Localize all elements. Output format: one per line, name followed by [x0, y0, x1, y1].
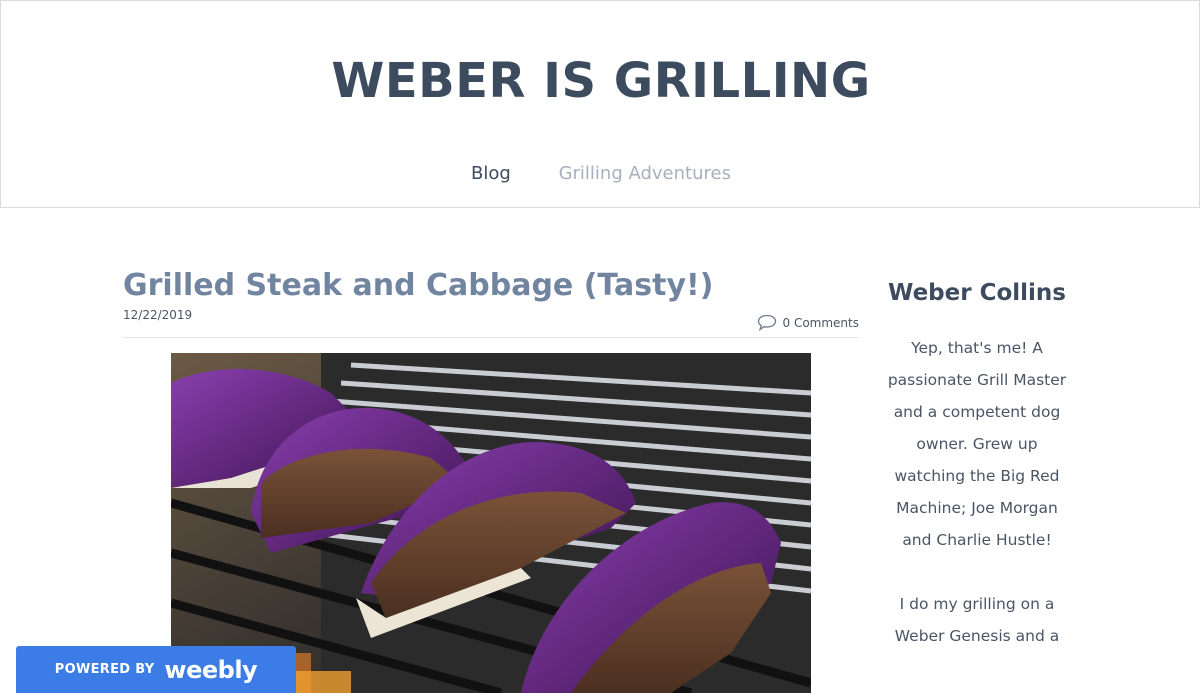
nav-item-blog[interactable]: Blog [471, 163, 511, 184]
weebly-logo: weebly [164, 655, 258, 684]
nav-item-grilling-adventures[interactable]: Grilling Adventures [559, 163, 731, 184]
blog-post: Grilled Steak and Cabbage (Tasty!) 12/22… [123, 264, 859, 693]
comments-count: 0 Comments [782, 315, 860, 330]
powered-by-label: POWERED BY [54, 662, 155, 677]
post-image-grilled-cabbage [171, 353, 811, 693]
main-nav: Blog Grilling Adventures [1, 163, 1200, 184]
post-title[interactable]: Grilled Steak and Cabbage (Tasty!) [123, 264, 859, 308]
comment-bubble-icon [757, 314, 776, 331]
comments-link[interactable]: 0 Comments [757, 314, 860, 331]
post-meta: 12/22/2019 0 Comments [123, 308, 859, 338]
site-title[interactable]: WEBER IS GRILLING [1, 53, 1200, 109]
site-header: WEBER IS GRILLING Blog Grilling Adventur… [0, 0, 1200, 208]
author-name: Weber Collins [888, 280, 1066, 306]
powered-by-weebly-badge[interactable]: POWERED BY weebly [16, 646, 296, 693]
author-bio: Yep, that's me! A passionate Grill Maste… [884, 332, 1070, 652]
author-sidebar: Weber Collins Yep, that's me! A passiona… [884, 276, 1070, 652]
author-bio-paragraph: I do my grilling on a Weber Genesis and … [894, 595, 1060, 645]
author-bio-paragraph: Yep, that's me! A passionate Grill Maste… [887, 339, 1067, 549]
post-date: 12/22/2019 [123, 308, 193, 322]
